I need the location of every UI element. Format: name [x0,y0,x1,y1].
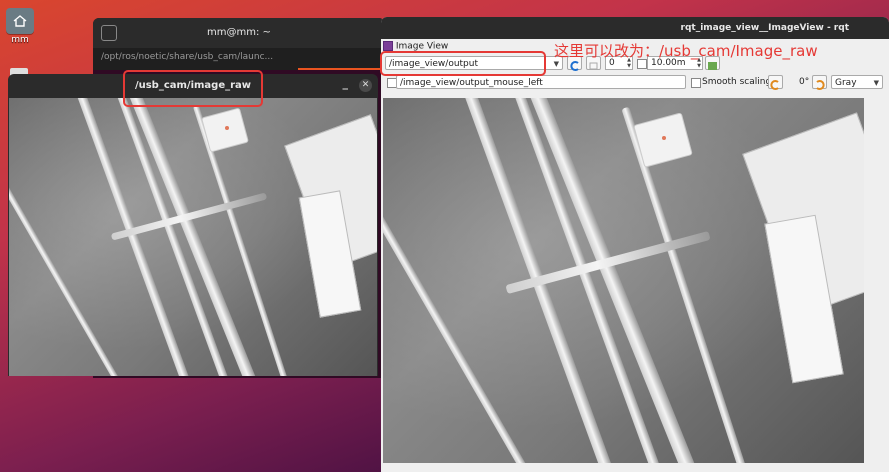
home-folder-icon[interactable] [6,8,34,34]
plugin-icon [383,41,393,51]
rqt-window-title: rqt_image_view__ImageView - rqt [680,23,849,33]
rqt-titlebar[interactable]: rqt_image_view__ImageView - rqt [381,17,889,39]
close-button[interactable]: ✕ [359,79,372,92]
terminal-titlebar[interactable]: mm@mm: ~ [93,18,385,48]
terminal-tab-launch[interactable]: /opt/ros/noetic/share/usb_cam/launc... [101,52,273,62]
camera-image-view[interactable] [383,98,864,463]
rqt-window[interactable]: rqt_image_view__ImageView - rqt Image Vi… [381,17,889,472]
rotation-label: 0° [799,77,810,87]
plugin-title: Image View [395,41,449,52]
new-tab-icon[interactable] [101,25,117,41]
color-scheme-value: Gray [835,78,857,88]
dropdown-arrow-icon: ▼ [873,79,879,87]
color-scheme-select[interactable]: Gray ▼ [831,75,883,89]
highlight-topic-select [380,51,546,76]
camera-image-raw [9,98,377,376]
plugin-header[interactable]: Image View [383,41,448,52]
mouse-topic-value: /image_view/output_mouse_left [400,78,543,88]
home-folder-label: mm [11,35,29,45]
mouse-topic-input[interactable]: /image_view/output_mouse_left [396,75,686,89]
active-tab-indicator [298,68,383,70]
minimize-button[interactable]: _ [343,74,349,96]
smooth-scaling-checkbox[interactable] [691,78,701,88]
highlight-image-raw-title [123,70,263,107]
annotation-note: 这里可以改为：/usb_cam/Image_raw [554,42,818,60]
rotate-left-button[interactable] [768,75,783,90]
terminal-tab-bar[interactable]: /opt/ros/noetic/share/usb_cam/launc... [93,48,385,70]
smooth-scaling-label: Smooth scaling [702,77,772,87]
rotate-right-button[interactable] [812,75,827,90]
terminal-title: mm@mm: ~ [207,27,271,38]
image-raw-window[interactable]: /usb_cam/image_raw _ ✕ [8,74,378,376]
